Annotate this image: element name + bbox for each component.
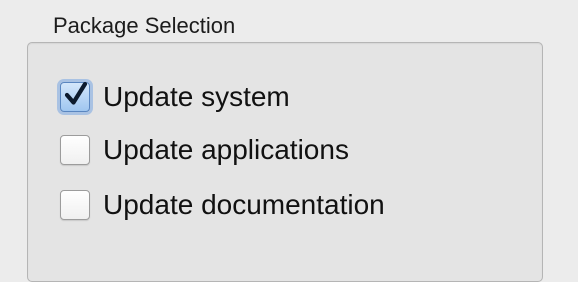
update-documentation-checkbox[interactable] [60, 190, 90, 220]
update-applications-checkbox[interactable] [60, 135, 90, 165]
update-system-option[interactable]: Update system [60, 77, 290, 117]
update-system-label: Update system [103, 81, 290, 112]
update-system-checkbox[interactable] [60, 81, 90, 112]
update-documentation-label: Update documentation [103, 189, 385, 220]
update-documentation-option[interactable]: Update documentation [60, 185, 385, 225]
group-title: Package Selection [53, 13, 236, 38]
update-applications-option[interactable]: Update applications [60, 130, 349, 170]
checkmark-icon [64, 81, 88, 105]
update-applications-label: Update applications [103, 134, 349, 165]
